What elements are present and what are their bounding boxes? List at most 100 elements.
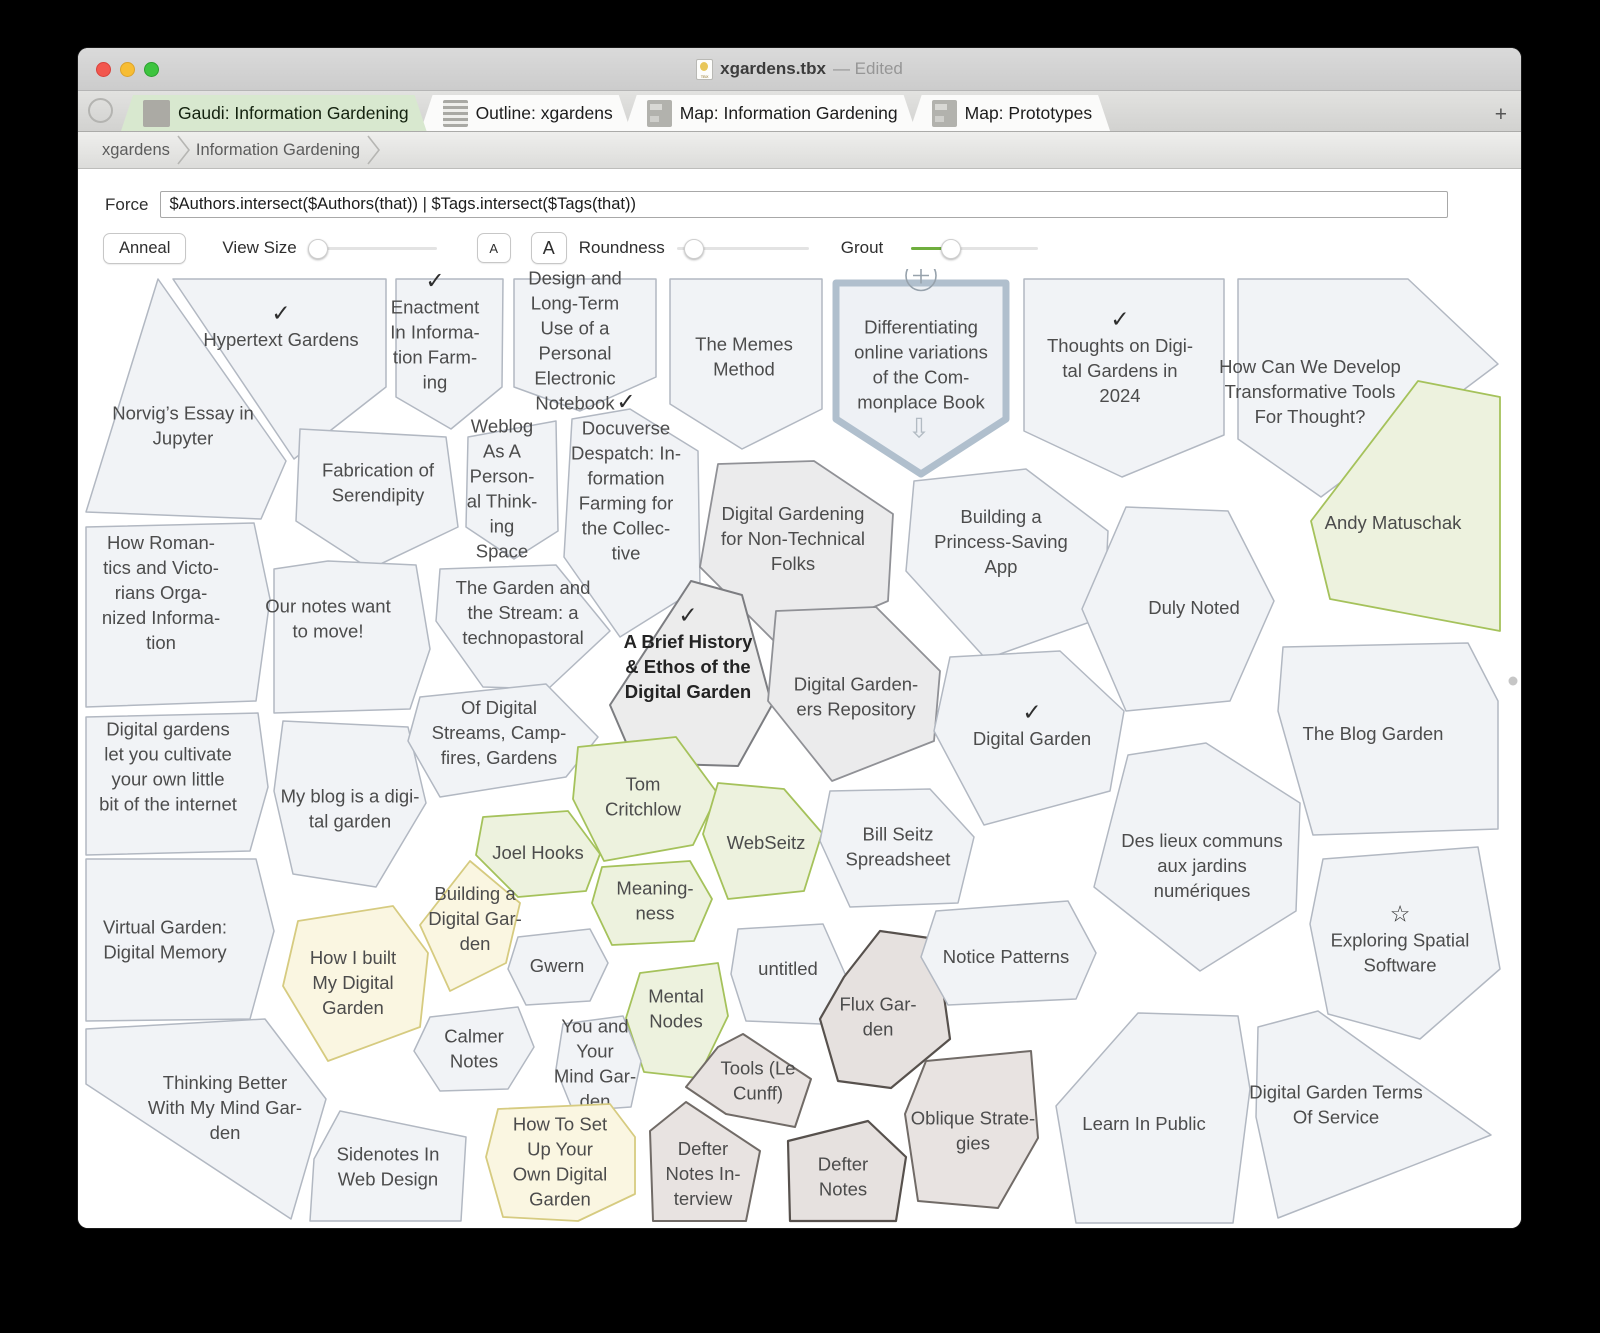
note-cell-digital-garden-terms-of-service[interactable]: Digital Garden Terms Of Service bbox=[1249, 1010, 1492, 1219]
note-shape[interactable] bbox=[904, 1050, 1039, 1209]
note-shape[interactable] bbox=[85, 1018, 327, 1220]
note-cell-sidenotes-in-web-design[interactable]: Sidenotes In Web Design bbox=[309, 1110, 467, 1222]
note-title-line: Mental bbox=[648, 986, 704, 1007]
note-cell-thoughts-digital-gardens-2024[interactable]: Thoughts on Digi-tal Gardens in 2024 ✓ bbox=[1023, 278, 1225, 478]
note-title-line: How Can We Develop bbox=[1219, 356, 1401, 377]
note-title-line: Andy Matuschak bbox=[1325, 512, 1463, 533]
note-cell-fabrication-of-serendipity[interactable]: Fabrication of Serendipity bbox=[295, 428, 459, 570]
grout-slider[interactable] bbox=[911, 239, 1039, 259]
note-cell-digital-gardeners-repository[interactable]: Digital Garden-ers Repository bbox=[767, 606, 941, 782]
smaller-font-button[interactable]: A bbox=[476, 233, 511, 263]
tab-map-prototypes[interactable]: Map: Prototypes bbox=[910, 95, 1110, 131]
note-cell-notice-patterns[interactable]: Notice Patterns bbox=[920, 900, 1097, 1006]
note-title-line: Design and bbox=[528, 269, 622, 289]
note-title-line: 2024 bbox=[1099, 385, 1140, 406]
note-cell-enactment-information-farming[interactable]: Enactment In Informa-tion Farm-ing ✓ bbox=[390, 269, 504, 430]
note-title-line: Flux Gar- bbox=[839, 994, 916, 1015]
note-title-line: technopastoral bbox=[462, 627, 583, 648]
note-cell-how-i-built-my-digital-garden[interactable]: How I built My Digital Garden bbox=[282, 905, 429, 1062]
breadcrumb-segment-information-gardening[interactable]: Information Gardening bbox=[192, 132, 382, 168]
minimize-button[interactable] bbox=[120, 61, 135, 77]
note-cell-how-romantics-victorians[interactable]: How Roman-tics and Victo-rians Orga-nize… bbox=[85, 522, 271, 708]
breadcrumb-label: Information Gardening bbox=[195, 140, 361, 159]
note-cell-webseitz[interactable]: WebSeitz bbox=[702, 782, 823, 900]
note-cell-our-notes-want-to-move[interactable]: Our notes want to move! bbox=[265, 560, 431, 714]
note-cell-of-digital-streams[interactable]: Of Digital Streams, Camp-fires, Gardens bbox=[407, 683, 599, 798]
note-shape[interactable] bbox=[413, 1006, 535, 1092]
note-cell-gwern[interactable]: Gwern bbox=[507, 928, 609, 1006]
anneal-button[interactable]: Anneal bbox=[103, 232, 187, 264]
note-title-line: Jupyter bbox=[153, 428, 214, 449]
note-cell-oblique-strategies[interactable]: Oblique Strate-gies bbox=[904, 1050, 1039, 1209]
note-cell-virtual-garden-digital-memory[interactable]: Virtual Garden: Digital Memory bbox=[85, 858, 275, 1022]
note-cell-des-lieux-communs[interactable]: Des lieux communs aux jardins numériques bbox=[1093, 742, 1301, 972]
note-cell-thinking-better-mind-garden[interactable]: Thinking Better With My Mind Gar-den bbox=[85, 1018, 327, 1220]
note-title-line: Tom bbox=[626, 774, 661, 795]
force-input[interactable] bbox=[160, 191, 1449, 218]
tab-gaudi-information-gardening[interactable]: Gaudi: Information Gardening bbox=[121, 95, 427, 131]
note-title-line: Duly Noted bbox=[1148, 597, 1240, 618]
breadcrumb-segment-xgardens[interactable]: xgardens bbox=[98, 132, 192, 168]
view-size-label: View Size bbox=[222, 238, 297, 257]
view-size-slider[interactable] bbox=[308, 239, 437, 259]
note-title-line: Enactment bbox=[391, 297, 479, 318]
note-cell-meaningness[interactable]: Meaning-ness bbox=[591, 860, 713, 946]
note-cell-how-to-set-up-your-own[interactable]: How To Set Up Your Own Digital Garden bbox=[485, 1103, 636, 1222]
star-badge-icon: ☆ bbox=[1390, 902, 1411, 928]
note-title-line: ing bbox=[490, 516, 515, 537]
voronoi-map: Norvig’s Essay in Jupyter Hypertext Garden… bbox=[85, 259, 1518, 1224]
note-cell-learn-in-public[interactable]: Learn In Public bbox=[1055, 1012, 1251, 1224]
note-title-line: Digital Garden bbox=[625, 681, 751, 702]
note-title-line: A Brief History bbox=[624, 631, 754, 652]
note-cell-princess-saving-app[interactable]: Building a Princess-Saving App bbox=[905, 468, 1109, 660]
tab-map-information-gardening[interactable]: Map: Information Gardening bbox=[625, 95, 916, 131]
note-cell-digital-garden[interactable]: Digital Garden✓ bbox=[933, 650, 1125, 826]
note-title-line: tion bbox=[146, 632, 176, 653]
note-shape[interactable] bbox=[85, 858, 275, 1022]
note-title-line: Streams, Camp- bbox=[432, 722, 567, 743]
note-cell-my-blog-is-a-digital-garden[interactable]: My blog is a digi-tal garden bbox=[273, 720, 427, 888]
note-cell-duly-noted[interactable]: Duly Noted bbox=[1081, 506, 1275, 712]
note-title-line: Calmer bbox=[444, 1026, 504, 1047]
note-cell-defter-notes[interactable]: Defter Notes bbox=[786, 1119, 908, 1223]
close-button[interactable] bbox=[96, 61, 111, 77]
note-cell-defter-notes-interview[interactable]: Defter Notes In-terview bbox=[649, 1101, 761, 1222]
tab-label: Outline: xgardens bbox=[475, 102, 613, 123]
note-shape[interactable] bbox=[309, 1110, 467, 1222]
note-cell-weblog-personal-thinking-space[interactable]: Weblog As A Person-al Think-ing Space bbox=[465, 416, 559, 562]
note-title-line: Digital Garden Terms bbox=[1249, 1082, 1422, 1103]
new-tab-button[interactable]: + bbox=[1495, 104, 1507, 125]
down-arrow-icon[interactable]: ⇩ bbox=[908, 414, 931, 445]
note-title-line: Critchlow bbox=[605, 799, 682, 820]
slider-thumb[interactable] bbox=[308, 239, 329, 259]
scrollbar-dot[interactable] bbox=[1508, 676, 1518, 686]
zoom-button[interactable] bbox=[144, 61, 159, 77]
note-cell-exploring-spatial-software[interactable]: Exploring Spatial Software ☆ bbox=[1309, 846, 1501, 1040]
note-title-line: Building a bbox=[960, 506, 1042, 527]
note-cell-you-and-your-mind-garden[interactable]: You andYourMind Gar-den bbox=[554, 1015, 642, 1112]
note-title-line: Des lieux communs bbox=[1121, 830, 1282, 851]
note-cell-memes-method[interactable]: The Memes Method bbox=[669, 278, 823, 450]
slider-thumb[interactable] bbox=[940, 239, 961, 259]
larger-font-button[interactable]: A bbox=[530, 232, 567, 264]
note-cell-bill-seitz-spreadsheet[interactable]: Bill Seitz Spreadsheet bbox=[819, 788, 975, 908]
note-cell-garden-and-the-stream[interactable]: The Garden and the Stream: a technopastora… bbox=[435, 564, 611, 690]
note-cell-blog-garden[interactable]: The Blog Garden bbox=[1277, 642, 1499, 836]
note-title-line: den bbox=[863, 1019, 894, 1040]
note-title-line: Sidenotes In bbox=[337, 1144, 440, 1165]
note-cell-digital-gardens-cultivate[interactable]: Digital gardens let you cultivate your own… bbox=[85, 712, 269, 856]
view-selector-icon[interactable] bbox=[88, 98, 113, 123]
slider-thumb[interactable] bbox=[683, 239, 704, 259]
titlebar: xgardens.tbx — Edited bbox=[78, 48, 1521, 91]
note-title-line: Folks bbox=[771, 553, 815, 574]
roundness-slider[interactable] bbox=[676, 239, 809, 259]
note-title-line: Notes bbox=[819, 1179, 867, 1200]
check-badge-icon: ✓ bbox=[1022, 700, 1041, 726]
note-title-line: Farming for bbox=[579, 493, 674, 514]
note-cell-differentiating-commonplace-book[interactable]: Differentiating online variations of the C… bbox=[832, 259, 1010, 478]
note-title-line: Our notes want bbox=[265, 596, 390, 617]
note-cell-calmer-notes[interactable]: Calmer Notes bbox=[413, 1006, 535, 1092]
note-title-line: the Stream: a bbox=[467, 602, 579, 623]
tab-outline-xgardens[interactable]: Outline: xgardens bbox=[421, 95, 631, 131]
note-title-line: Defter bbox=[818, 1154, 868, 1175]
